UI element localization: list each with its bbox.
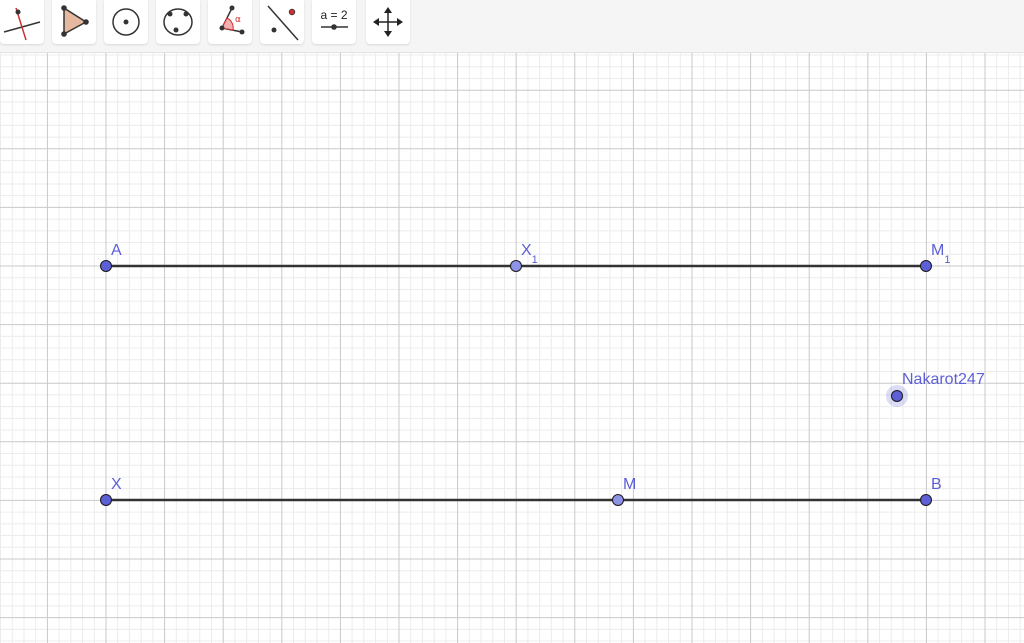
polygon-icon [61, 5, 89, 37]
point-m[interactable] [612, 494, 624, 506]
label-x1: X1 [521, 242, 538, 266]
label-b: B [931, 476, 942, 493]
graphics-canvas[interactable]: A X1 M1 Nakarot247 X M B [0, 53, 1024, 643]
label-m1-sub: 1 [944, 254, 950, 266]
move-graphics-view-icon [373, 7, 403, 37]
grid-minor-lines [0, 53, 1024, 643]
geogebra-app: α a = 2 A X1 M1 Nakarot247 X M B [0, 0, 1024, 643]
angle-alpha-glyph: α [235, 15, 241, 25]
perpendicular-line-icon [3, 7, 41, 41]
tool-move-graphics-view[interactable] [366, 0, 410, 44]
reflect-about-line-icon [267, 5, 299, 41]
label-nakarot247: Nakarot247 [902, 371, 985, 388]
label-x1-main: X [521, 242, 532, 259]
angle-icon: α [219, 5, 245, 35]
toolbar: α a = 2 [0, 0, 1024, 53]
point-x[interactable] [100, 494, 112, 506]
circle-three-points-icon [163, 8, 193, 36]
point-b[interactable] [920, 494, 932, 506]
circle-center-point-icon [112, 8, 140, 36]
point-x1[interactable] [510, 260, 522, 272]
label-x: X [111, 476, 122, 493]
tool-polygon[interactable] [52, 0, 96, 44]
point-a[interactable] [100, 260, 112, 272]
point-nakarot247[interactable] [891, 390, 903, 402]
slider-icon [321, 24, 348, 30]
point-m1[interactable] [920, 260, 932, 272]
tool-perpendicular-line[interactable] [0, 0, 44, 44]
tool-circle-center-point[interactable] [104, 0, 148, 44]
label-a: A [111, 242, 122, 259]
label-m: M [623, 476, 636, 493]
tool-reflect-about-line[interactable] [260, 0, 304, 44]
tool-circle-three-points[interactable] [156, 0, 200, 44]
label-x1-sub: 1 [532, 254, 538, 266]
tool-slider[interactable]: a = 2 [312, 0, 356, 44]
label-m1-main: M [931, 242, 944, 259]
label-m1: M1 [931, 242, 950, 266]
tool-angle[interactable]: α [208, 0, 252, 44]
graphics-view[interactable]: A X1 M1 Nakarot247 X M B [0, 53, 1024, 643]
